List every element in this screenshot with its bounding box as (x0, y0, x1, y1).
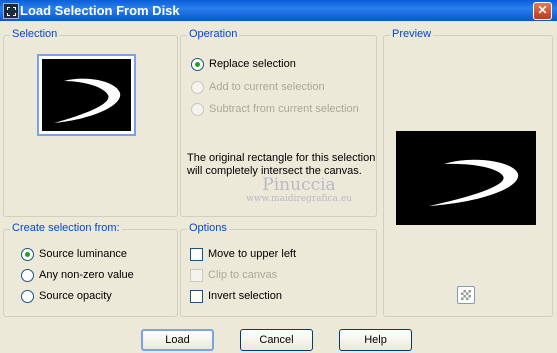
preview-image (396, 131, 536, 225)
watermark-url: www.maidiregrafica.eu (246, 194, 352, 204)
load-button[interactable]: Load (141, 329, 214, 351)
options-group-label: Options (187, 222, 229, 234)
checkbox-label: Clip to canvas (208, 269, 278, 281)
selection-app-icon (3, 3, 19, 19)
radio-circle (191, 81, 204, 94)
radio-label: Source luminance (39, 248, 128, 260)
radio-label: Any non-zero value (39, 269, 134, 281)
watermark-name: Pinuccia (262, 175, 336, 195)
checkerboard-icon (461, 290, 471, 300)
checkbox-label: Invert selection (208, 290, 282, 302)
selection-thumbnail-image (42, 59, 131, 131)
window-title: Load Selection From Disk (20, 3, 180, 18)
help-button[interactable]: Help (339, 329, 412, 351)
checkbox-label: Move to upper left (208, 248, 297, 260)
create-selection-group-label: Create selection from: (10, 222, 122, 234)
title-bar: Load Selection From Disk ✕ (0, 0, 557, 21)
radio-label: Add to current selection (209, 81, 325, 93)
crescent-shape (429, 159, 519, 206)
selection-group-label: Selection (10, 28, 60, 40)
cancel-button[interactable]: Cancel (240, 329, 313, 351)
watermark: Pinuccia www.maidiregrafica.eu (234, 176, 364, 205)
radio-circle[interactable] (21, 248, 34, 261)
radio-circle[interactable] (21, 290, 34, 303)
transparency-toggle-button[interactable] (457, 286, 475, 304)
radio-circle[interactable] (21, 269, 34, 282)
radio-label: Subtract from current selection (209, 103, 359, 115)
close-button[interactable]: ✕ (533, 2, 552, 20)
checkbox-box[interactable] (190, 248, 203, 261)
radio-circle[interactable] (191, 58, 204, 71)
preview-group-label: Preview (390, 28, 434, 40)
selection-thumbnail[interactable] (37, 54, 136, 136)
radio-label: Replace selection (209, 58, 296, 70)
checkbox-box[interactable] (190, 290, 203, 303)
crescent-shape (54, 78, 121, 123)
radio-circle (191, 103, 204, 116)
operation-group-label: Operation (187, 28, 240, 40)
checkbox-box (190, 269, 203, 282)
radio-label: Source opacity (39, 290, 112, 302)
